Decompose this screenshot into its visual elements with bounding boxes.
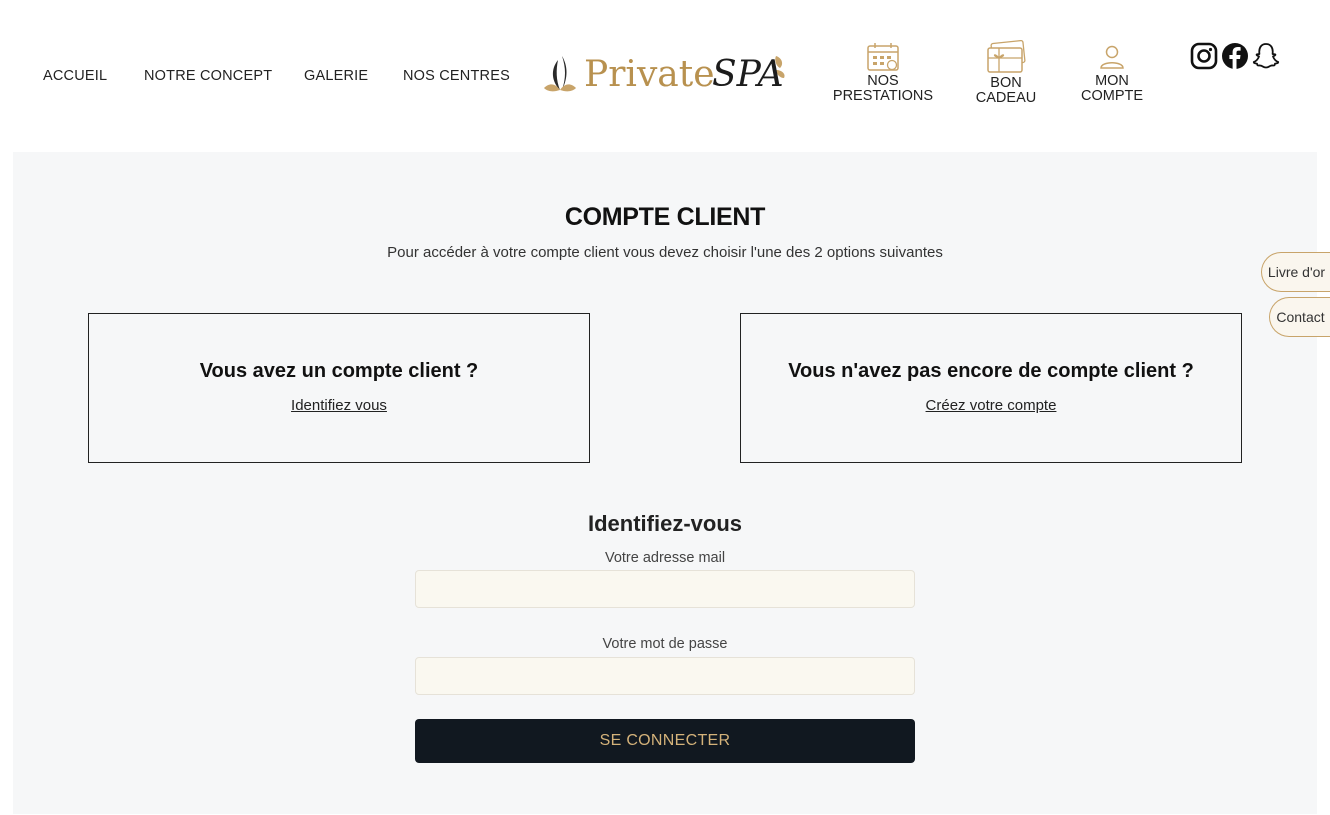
- nav-mon-compte-line1: MON: [1095, 73, 1129, 89]
- guestbook-tab[interactable]: Livre d'or: [1261, 252, 1330, 292]
- site-header: ACCUEIL NOTRE CONCEPT GALERIE NOS CENTRE…: [0, 0, 1330, 152]
- email-label: Votre adresse mail: [604, 550, 726, 566]
- contact-tab[interactable]: Contact: [1269, 297, 1330, 337]
- logo-word-private: Private: [584, 54, 715, 95]
- existing-account-box: Vous avez un compte client ? Identifiez …: [88, 313, 590, 463]
- login-link[interactable]: Identifiez vous: [89, 397, 589, 414]
- email-field[interactable]: [415, 570, 915, 608]
- instagram-icon: [1190, 42, 1218, 70]
- new-account-heading: Vous n'avez pas encore de compte client …: [788, 360, 1194, 382]
- nav-nos-prestations[interactable]: NOS PRESTATIONS: [830, 42, 936, 104]
- calendar-icon: [867, 43, 899, 71]
- user-icon: [1100, 45, 1124, 69]
- nav-galerie[interactable]: GALERIE: [304, 68, 368, 84]
- create-account-link[interactable]: Créez votre compte: [741, 397, 1241, 414]
- nav-bon-cadeau[interactable]: BON CADEAU: [966, 40, 1046, 106]
- instagram-link[interactable]: [1190, 42, 1218, 75]
- login-button[interactable]: SE CONNECTER: [415, 719, 915, 763]
- new-account-box: Vous n'avez pas encore de compte client …: [740, 313, 1242, 463]
- snapchat-icon: [1252, 43, 1280, 69]
- facebook-icon: [1222, 43, 1248, 69]
- gift-card-icon: [987, 40, 1026, 73]
- password-label: Votre mot de passe: [602, 636, 728, 652]
- nav-bon-cadeau-line1: BON: [990, 75, 1022, 91]
- nav-notre-concept[interactable]: NOTRE CONCEPT: [144, 68, 272, 84]
- page-title: COMPTE CLIENT: [564, 203, 766, 231]
- nav-mon-compte[interactable]: MON COMPTE: [1076, 44, 1148, 104]
- nav-nos-prestations-line1: NOS: [867, 73, 899, 89]
- nav-nos-centres[interactable]: NOS CENTRES: [403, 68, 510, 84]
- nav-nos-prestations-line2: PRESTATIONS: [832, 88, 934, 104]
- login-form-title: Identifiez-vous: [587, 511, 742, 536]
- existing-account-heading: Vous avez un compte client ?: [199, 360, 479, 382]
- nav-accueil[interactable]: ACCUEIL: [43, 68, 107, 84]
- private-spa-logo[interactable]: Private SPA: [540, 48, 790, 100]
- nav-bon-cadeau-line2: CADEAU: [975, 90, 1037, 106]
- nav-mon-compte-line2: COMPTE: [1080, 88, 1144, 104]
- password-field[interactable]: [415, 657, 915, 695]
- logo-word-spa: SPA: [712, 54, 784, 95]
- page-subtitle: Pour accéder à votre compte client vous …: [387, 244, 943, 261]
- snapchat-link[interactable]: [1252, 42, 1280, 75]
- facebook-link[interactable]: [1221, 42, 1249, 75]
